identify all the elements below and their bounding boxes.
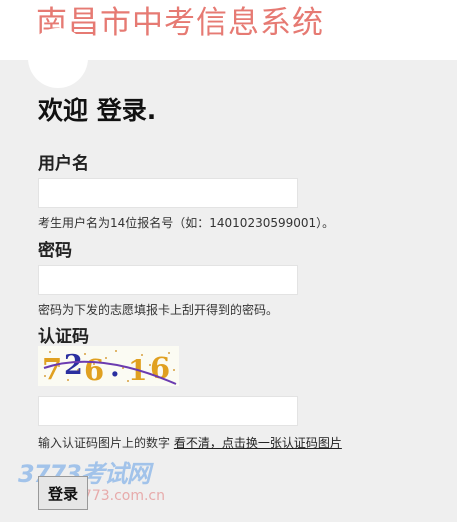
password-input[interactable]: [38, 265, 298, 295]
decorative-circle: [28, 28, 88, 88]
captcha-input[interactable]: [38, 396, 298, 426]
password-label: 密码: [38, 241, 72, 261]
captcha-hint-text: 输入认证码图片上的数字: [38, 436, 171, 450]
refresh-captcha-link[interactable]: 看不清，点击换一张认证码图片: [174, 436, 342, 450]
username-label: 用户名: [38, 154, 89, 174]
captcha-hint: 输入认证码图片上的数字 看不清，点击换一张认证码图片: [38, 435, 342, 451]
svg-text:7: 7: [42, 352, 62, 386]
svg-text:2: 2: [64, 350, 83, 381]
username-input[interactable]: [38, 178, 298, 208]
svg-text:6: 6: [84, 353, 104, 386]
username-hint: 考生用户名为14位报名号（如：14010230599001）。: [38, 216, 335, 230]
captcha-label: 认证码: [38, 327, 89, 347]
svg-text:.: .: [110, 350, 120, 383]
login-button[interactable]: 登录: [38, 476, 88, 510]
captcha-image[interactable]: 7 2 6 . 1 6: [38, 346, 179, 387]
welcome-heading: 欢迎 登录.: [38, 96, 157, 125]
password-hint: 密码为下发的志愿填报卡上刮开得到的密码。: [38, 303, 279, 317]
captcha-graphic: 7 2 6 . 1 6: [38, 346, 179, 387]
